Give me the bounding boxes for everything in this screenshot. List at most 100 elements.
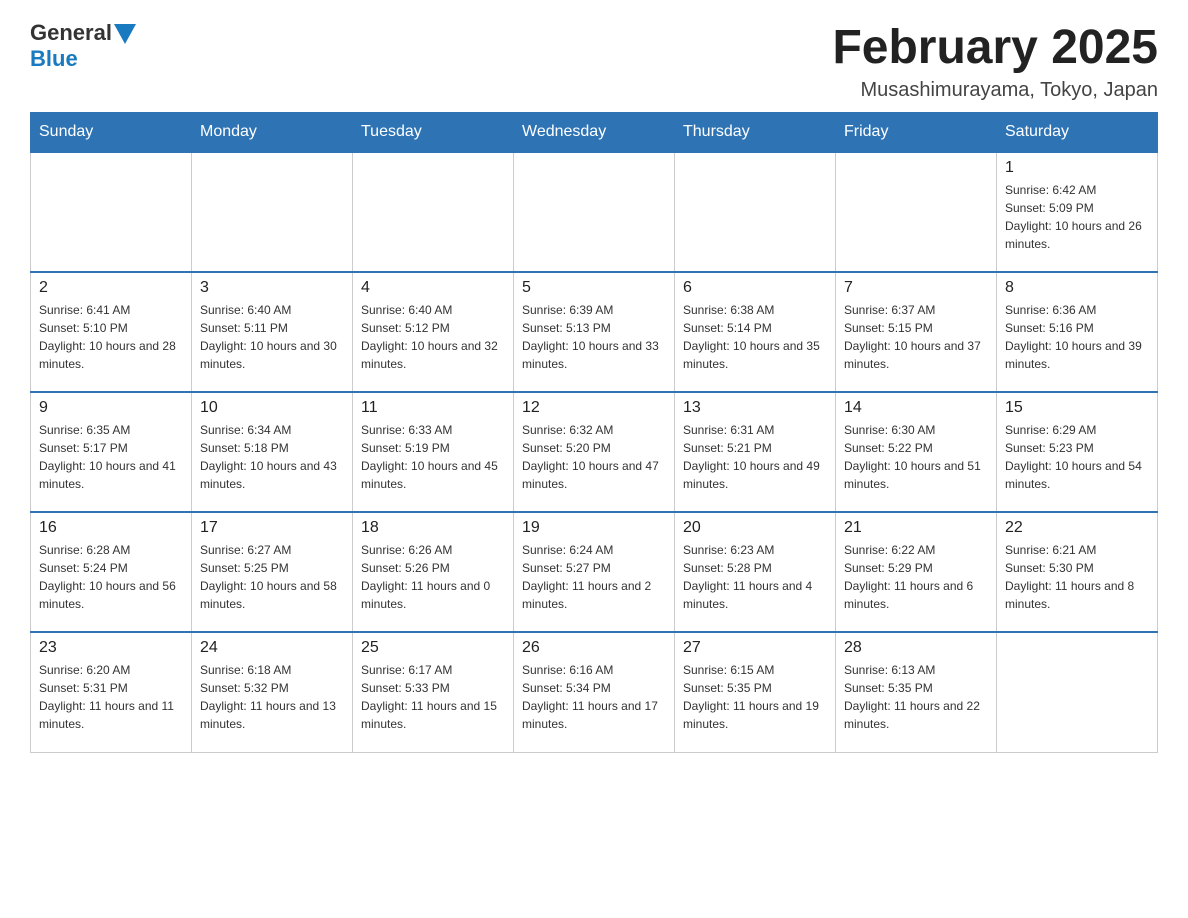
- calendar-cell: 27 Sunrise: 6:15 AMSunset: 5:35 PMDayligh…: [675, 632, 836, 752]
- calendar-cell: [514, 152, 675, 272]
- calendar-cell: 12 Sunrise: 6:32 AMSunset: 5:20 PMDayligh…: [514, 392, 675, 512]
- calendar-cell: [836, 152, 997, 272]
- calendar-cell: [192, 152, 353, 272]
- calendar-week-3: 9 Sunrise: 6:35 AMSunset: 5:17 PMDaylight…: [31, 392, 1158, 512]
- day-info: Sunrise: 6:35 AMSunset: 5:17 PMDaylight:…: [39, 421, 183, 493]
- day-number: 16: [39, 519, 183, 537]
- day-info: Sunrise: 6:37 AMSunset: 5:15 PMDaylight:…: [844, 301, 988, 373]
- calendar-cell: [31, 152, 192, 272]
- day-info: Sunrise: 6:15 AMSunset: 5:35 PMDaylight:…: [683, 661, 827, 733]
- day-number: 27: [683, 639, 827, 657]
- header-thursday: Thursday: [675, 113, 836, 153]
- weekday-header-row: Sunday Monday Tuesday Wednesday Thursday…: [31, 113, 1158, 153]
- day-info: Sunrise: 6:40 AMSunset: 5:12 PMDaylight:…: [361, 301, 505, 373]
- calendar-header: Sunday Monday Tuesday Wednesday Thursday…: [31, 113, 1158, 153]
- logo-blue: Blue: [30, 46, 78, 72]
- calendar-week-4: 16 Sunrise: 6:28 AMSunset: 5:24 PMDayligh…: [31, 512, 1158, 632]
- calendar-cell: 19Sunrise: 6:24 AMSunset: 5:27 PMDayligh…: [514, 512, 675, 632]
- day-number: 8: [1005, 279, 1149, 297]
- day-info: Sunrise: 6:23 AMSunset: 5:28 PMDaylight:…: [683, 541, 827, 613]
- day-info: Sunrise: 6:17 AMSunset: 5:33 PMDaylight:…: [361, 661, 505, 733]
- calendar-cell: 17 Sunrise: 6:27 AMSunset: 5:25 PMDayligh…: [192, 512, 353, 632]
- day-info: Sunrise: 6:13 AMSunset: 5:35 PMDaylight:…: [844, 661, 988, 733]
- day-number: 3: [200, 279, 344, 297]
- calendar-week-2: 2Sunrise: 6:41 AMSunset: 5:10 PMDaylight…: [31, 272, 1158, 392]
- day-number: 14: [844, 399, 988, 417]
- day-info: Sunrise: 6:39 AMSunset: 5:13 PMDaylight:…: [522, 301, 666, 373]
- calendar-cell: 5Sunrise: 6:39 AMSunset: 5:13 PMDaylight…: [514, 272, 675, 392]
- calendar-cell: 7 Sunrise: 6:37 AMSunset: 5:15 PMDaylight…: [836, 272, 997, 392]
- calendar-cell: 10 Sunrise: 6:34 AMSunset: 5:18 PMDayligh…: [192, 392, 353, 512]
- calendar-cell: 14 Sunrise: 6:30 AMSunset: 5:22 PMDayligh…: [836, 392, 997, 512]
- day-info: Sunrise: 6:38 AMSunset: 5:14 PMDaylight:…: [683, 301, 827, 373]
- day-info: Sunrise: 6:22 AMSunset: 5:29 PMDaylight:…: [844, 541, 988, 613]
- day-number: 20: [683, 519, 827, 537]
- day-number: 7: [844, 279, 988, 297]
- day-number: 12: [522, 399, 666, 417]
- day-number: 21: [844, 519, 988, 537]
- day-info: Sunrise: 6:29 AMSunset: 5:23 PMDaylight:…: [1005, 421, 1149, 493]
- calendar-cell: 4 Sunrise: 6:40 AMSunset: 5:12 PMDaylight…: [353, 272, 514, 392]
- day-number: 24: [200, 639, 344, 657]
- day-number: 2: [39, 279, 183, 297]
- calendar-cell: 3 Sunrise: 6:40 AMSunset: 5:11 PMDaylight…: [192, 272, 353, 392]
- day-info: Sunrise: 6:30 AMSunset: 5:22 PMDaylight:…: [844, 421, 988, 493]
- calendar-cell: 23Sunrise: 6:20 AMSunset: 5:31 PMDayligh…: [31, 632, 192, 752]
- day-info: Sunrise: 6:34 AMSunset: 5:18 PMDaylight:…: [200, 421, 344, 493]
- calendar-cell: 26Sunrise: 6:16 AMSunset: 5:34 PMDayligh…: [514, 632, 675, 752]
- day-number: 25: [361, 639, 505, 657]
- day-info: Sunrise: 6:42 AMSunset: 5:09 PMDaylight:…: [1005, 181, 1149, 253]
- logo-general: General: [30, 20, 112, 46]
- calendar-cell: 20 Sunrise: 6:23 AMSunset: 5:28 PMDayligh…: [675, 512, 836, 632]
- calendar-cell: 8Sunrise: 6:36 AMSunset: 5:16 PMDaylight…: [997, 272, 1158, 392]
- header-tuesday: Tuesday: [353, 113, 514, 153]
- day-number: 4: [361, 279, 505, 297]
- day-info: Sunrise: 6:20 AMSunset: 5:31 PMDaylight:…: [39, 661, 183, 733]
- calendar-subtitle: Musashimurayama, Tokyo, Japan: [832, 79, 1158, 102]
- day-number: 1: [1005, 159, 1149, 177]
- calendar-cell: 24 Sunrise: 6:18 AMSunset: 5:32 PMDayligh…: [192, 632, 353, 752]
- day-number: 11: [361, 399, 505, 417]
- day-info: Sunrise: 6:33 AMSunset: 5:19 PMDaylight:…: [361, 421, 505, 493]
- header-saturday: Saturday: [997, 113, 1158, 153]
- header-friday: Friday: [836, 113, 997, 153]
- header-monday: Monday: [192, 113, 353, 153]
- calendar-cell: 28 Sunrise: 6:13 AMSunset: 5:35 PMDayligh…: [836, 632, 997, 752]
- logo: General Blue: [30, 20, 136, 72]
- calendar-title: February 2025: [832, 20, 1158, 75]
- calendar-cell: [353, 152, 514, 272]
- day-number: 15: [1005, 399, 1149, 417]
- day-number: 6: [683, 279, 827, 297]
- day-info: Sunrise: 6:31 AMSunset: 5:21 PMDaylight:…: [683, 421, 827, 493]
- calendar-body: 1 Sunrise: 6:42 AMSunset: 5:09 PMDaylight…: [31, 152, 1158, 752]
- calendar-cell: 9 Sunrise: 6:35 AMSunset: 5:17 PMDaylight…: [31, 392, 192, 512]
- header-sunday: Sunday: [31, 113, 192, 153]
- calendar-table: Sunday Monday Tuesday Wednesday Thursday…: [30, 112, 1158, 753]
- calendar-cell: 15 Sunrise: 6:29 AMSunset: 5:23 PMDayligh…: [997, 392, 1158, 512]
- day-number: 17: [200, 519, 344, 537]
- calendar-cell: [675, 152, 836, 272]
- calendar-cell: 16 Sunrise: 6:28 AMSunset: 5:24 PMDayligh…: [31, 512, 192, 632]
- title-block: February 2025 Musashimurayama, Tokyo, Ja…: [832, 20, 1158, 102]
- day-number: 13: [683, 399, 827, 417]
- day-number: 18: [361, 519, 505, 537]
- day-info: Sunrise: 6:26 AMSunset: 5:26 PMDaylight:…: [361, 541, 505, 613]
- calendar-week-5: 23Sunrise: 6:20 AMSunset: 5:31 PMDayligh…: [31, 632, 1158, 752]
- day-info: Sunrise: 6:27 AMSunset: 5:25 PMDaylight:…: [200, 541, 344, 613]
- day-info: Sunrise: 6:28 AMSunset: 5:24 PMDaylight:…: [39, 541, 183, 613]
- calendar-cell: 18 Sunrise: 6:26 AMSunset: 5:26 PMDayligh…: [353, 512, 514, 632]
- day-number: 22: [1005, 519, 1149, 537]
- day-number: 28: [844, 639, 988, 657]
- calendar-cell: 21 Sunrise: 6:22 AMSunset: 5:29 PMDayligh…: [836, 512, 997, 632]
- day-info: Sunrise: 6:32 AMSunset: 5:20 PMDaylight:…: [522, 421, 666, 493]
- calendar-cell: [997, 632, 1158, 752]
- header-wednesday: Wednesday: [514, 113, 675, 153]
- page-header: General Blue February 2025 Musashimuraya…: [30, 20, 1158, 102]
- day-number: 9: [39, 399, 183, 417]
- day-number: 10: [200, 399, 344, 417]
- day-info: Sunrise: 6:40 AMSunset: 5:11 PMDaylight:…: [200, 301, 344, 373]
- calendar-cell: 13 Sunrise: 6:31 AMSunset: 5:21 PMDayligh…: [675, 392, 836, 512]
- day-info: Sunrise: 6:18 AMSunset: 5:32 PMDaylight:…: [200, 661, 344, 733]
- calendar-cell: 11 Sunrise: 6:33 AMSunset: 5:19 PMDayligh…: [353, 392, 514, 512]
- calendar-cell: 6 Sunrise: 6:38 AMSunset: 5:14 PMDaylight…: [675, 272, 836, 392]
